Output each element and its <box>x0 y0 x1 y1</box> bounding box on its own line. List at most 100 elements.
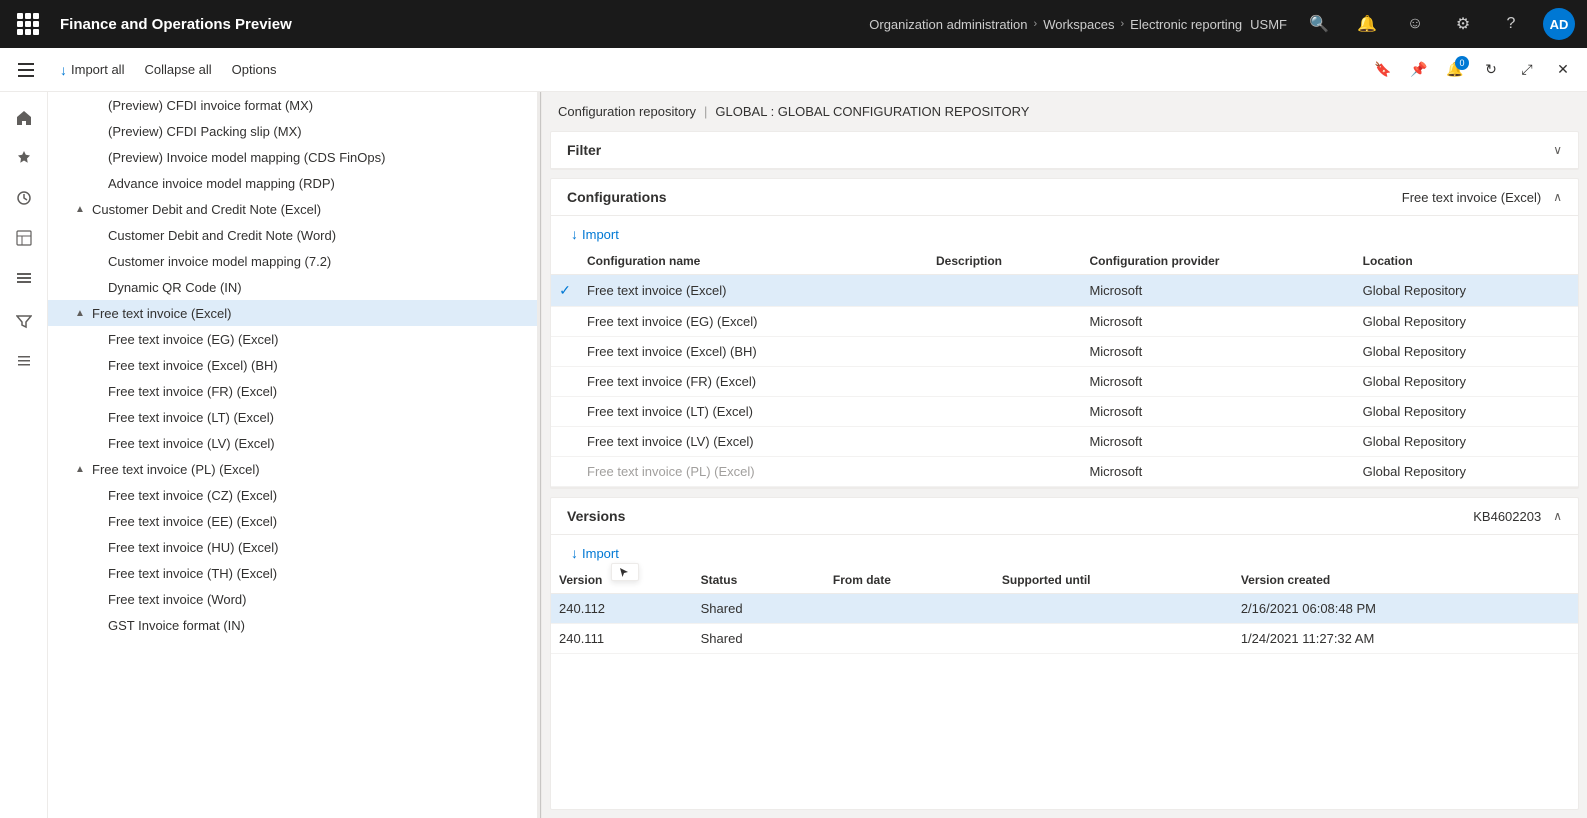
tree-item-11[interactable]: Free text invoice (FR) (Excel) <box>48 378 537 404</box>
refresh-icon-btn[interactable]: ↻ <box>1475 54 1507 86</box>
avatar[interactable]: AD <box>1543 8 1575 40</box>
config-row-2[interactable]: Free text invoice (Excel) (BH)MicrosoftG… <box>551 337 1578 367</box>
import-all-button[interactable]: ↓ Import all <box>52 58 132 82</box>
nav-list[interactable] <box>6 260 42 296</box>
config-row-1[interactable]: Free text invoice (EG) (Excel)MicrosoftG… <box>551 307 1578 337</box>
tree-item-4[interactable]: ▲Customer Debit and Credit Note (Excel) <box>48 196 537 222</box>
config-row-location-2: Global Repository <box>1355 337 1578 367</box>
horiz-scrollbar[interactable] <box>551 487 1578 488</box>
version-row-1[interactable]: 240.111Shared1/24/2021 11:27:32 AM <box>551 624 1578 654</box>
versions-import-button[interactable]: ↓ Import <box>559 539 631 567</box>
version-row-0[interactable]: 240.112Shared2/16/2021 06:08:48 PM <box>551 594 1578 624</box>
nav-table[interactable] <box>6 220 42 256</box>
configurations-chevron-icon: ∧ <box>1553 190 1562 204</box>
version-row-1-version: 240.111 <box>551 624 693 654</box>
col-location: Location <box>1355 248 1578 275</box>
tree-item-20[interactable]: GST Invoice format (IN) <box>48 612 537 638</box>
col-provider: Configuration provider <box>1081 248 1354 275</box>
version-row-0-version: 240.112 <box>551 594 693 624</box>
tree-item-9[interactable]: Free text invoice (EG) (Excel) <box>48 326 537 352</box>
right-panel: Configuration repository | GLOBAL : GLOB… <box>542 92 1587 818</box>
config-row-0[interactable]: ✓Free text invoice (Excel)MicrosoftGloba… <box>551 275 1578 307</box>
col-check <box>551 248 579 275</box>
tree-item-15[interactable]: Free text invoice (CZ) (Excel) <box>48 482 537 508</box>
tree-item-5[interactable]: Customer Debit and Credit Note (Word) <box>48 222 537 248</box>
options-button[interactable]: Options <box>224 58 285 81</box>
version-row-0-version-created: 2/16/2021 06:08:48 PM <box>1233 594 1578 624</box>
tree-item-18[interactable]: Free text invoice (TH) (Excel) <box>48 560 537 586</box>
tree-toggle-3 <box>88 175 104 191</box>
tree-item-2[interactable]: (Preview) Invoice model mapping (CDS Fin… <box>48 144 537 170</box>
notification-icon-btn[interactable]: 🔔 0 <box>1439 54 1471 86</box>
tree-item-6[interactable]: Customer invoice model mapping (7.2) <box>48 248 537 274</box>
config-row-5[interactable]: Free text invoice (LV) (Excel)MicrosoftG… <box>551 427 1578 457</box>
versions-header[interactable]: Versions KB4602203 ∧ <box>551 498 1578 535</box>
configurations-filter-value: Free text invoice (Excel) <box>1402 190 1541 205</box>
tree-item-10[interactable]: Free text invoice (Excel) (BH) <box>48 352 537 378</box>
search-button[interactable]: 🔍 <box>1303 8 1335 40</box>
col-version: Version <box>551 567 693 594</box>
hamburger-menu-button[interactable] <box>8 52 44 88</box>
settings-button[interactable]: ⚙ <box>1447 8 1479 40</box>
configurations-title: Configurations <box>567 189 667 205</box>
config-row-desc-5 <box>928 427 1081 457</box>
tree-item-1[interactable]: (Preview) CFDI Packing slip (MX) <box>48 118 537 144</box>
close-icon-btn[interactable]: ✕ <box>1547 54 1579 86</box>
collapse-all-button[interactable]: Collapse all <box>136 58 219 81</box>
nav-star[interactable] <box>6 140 42 176</box>
config-row-4[interactable]: Free text invoice (LT) (Excel)MicrosoftG… <box>551 397 1578 427</box>
breadcrumb-er[interactable]: Electronic reporting <box>1130 17 1242 32</box>
tree-item-14[interactable]: ▲Free text invoice (PL) (Excel) <box>48 456 537 482</box>
toolbar-right-icons: 🔖 📌 🔔 0 ↻ ⤢ ✕ <box>1367 54 1579 86</box>
tree-label-14: Free text invoice (PL) (Excel) <box>88 462 260 477</box>
clock-icon <box>16 190 32 206</box>
tree-label-12: Free text invoice (LT) (Excel) <box>104 410 274 425</box>
config-row-desc-1 <box>928 307 1081 337</box>
tree-item-3[interactable]: Advance invoice model mapping (RDP) <box>48 170 537 196</box>
configurations-import-area: ↓ Import <box>551 216 1578 248</box>
star-icon <box>16 150 32 166</box>
bookmark-icon-btn[interactable]: 🔖 <box>1367 54 1399 86</box>
version-row-0-from-date <box>825 594 994 624</box>
versions-title: Versions <box>567 508 625 524</box>
tree-item-19[interactable]: Free text invoice (Word) <box>48 586 537 612</box>
config-row-3[interactable]: Free text invoice (FR) (Excel)MicrosoftG… <box>551 367 1578 397</box>
config-row-desc-3 <box>928 367 1081 397</box>
version-row-0-supported-until <box>994 594 1233 624</box>
notification-count: 0 <box>1455 56 1469 70</box>
config-row-6[interactable]: Free text invoice (PL) (Excel)MicrosoftG… <box>551 457 1578 487</box>
tree-label-3: Advance invoice model mapping (RDP) <box>104 176 335 191</box>
config-row-provider-2: Microsoft <box>1081 337 1354 367</box>
notification-button[interactable]: 🔔 <box>1351 8 1383 40</box>
smiley-button[interactable]: ☺ <box>1399 8 1431 40</box>
filter-card: Filter ∨ <box>550 131 1579 170</box>
tree-item-13[interactable]: Free text invoice (LV) (Excel) <box>48 430 537 456</box>
config-row-name-4: Free text invoice (LT) (Excel) <box>579 397 928 427</box>
breadcrumb-org-admin[interactable]: Organization administration <box>869 17 1027 32</box>
left-sidebar <box>0 92 48 818</box>
configurations-header[interactable]: Configurations Free text invoice (Excel)… <box>551 179 1578 216</box>
maximize-icon-btn[interactable]: ⤢ <box>1511 54 1543 86</box>
help-button[interactable]: ? <box>1495 8 1527 40</box>
nav-home[interactable] <box>6 100 42 136</box>
tree-item-12[interactable]: Free text invoice (LT) (Excel) <box>48 404 537 430</box>
app-grid-button[interactable] <box>12 8 44 40</box>
tree-item-7[interactable]: Dynamic QR Code (IN) <box>48 274 537 300</box>
config-row-check-6 <box>551 457 579 487</box>
configurations-import-button[interactable]: ↓ Import <box>559 220 631 248</box>
tree-item-17[interactable]: Free text invoice (HU) (Excel) <box>48 534 537 560</box>
tree-item-0[interactable]: (Preview) CFDI invoice format (MX) <box>48 92 537 118</box>
config-table-header-row: Configuration name Description Configura… <box>551 248 1578 275</box>
pin-icon-btn[interactable]: 📌 <box>1403 54 1435 86</box>
config-row-provider-4: Microsoft <box>1081 397 1354 427</box>
lines-icon <box>16 353 32 369</box>
nav-clock[interactable] <box>6 180 42 216</box>
config-row-name-3: Free text invoice (FR) (Excel) <box>579 367 928 397</box>
config-row-name-0: Free text invoice (Excel) <box>579 275 928 307</box>
filter-card-header[interactable]: Filter ∨ <box>551 132 1578 169</box>
versions-header-row: Version Status From date Supported until… <box>551 567 1578 594</box>
breadcrumb-workspaces[interactable]: Workspaces <box>1043 17 1114 32</box>
config-row-location-6: Global Repository <box>1355 457 1578 487</box>
tree-item-16[interactable]: Free text invoice (EE) (Excel) <box>48 508 537 534</box>
tree-item-8[interactable]: ▲Free text invoice (Excel) <box>48 300 537 326</box>
